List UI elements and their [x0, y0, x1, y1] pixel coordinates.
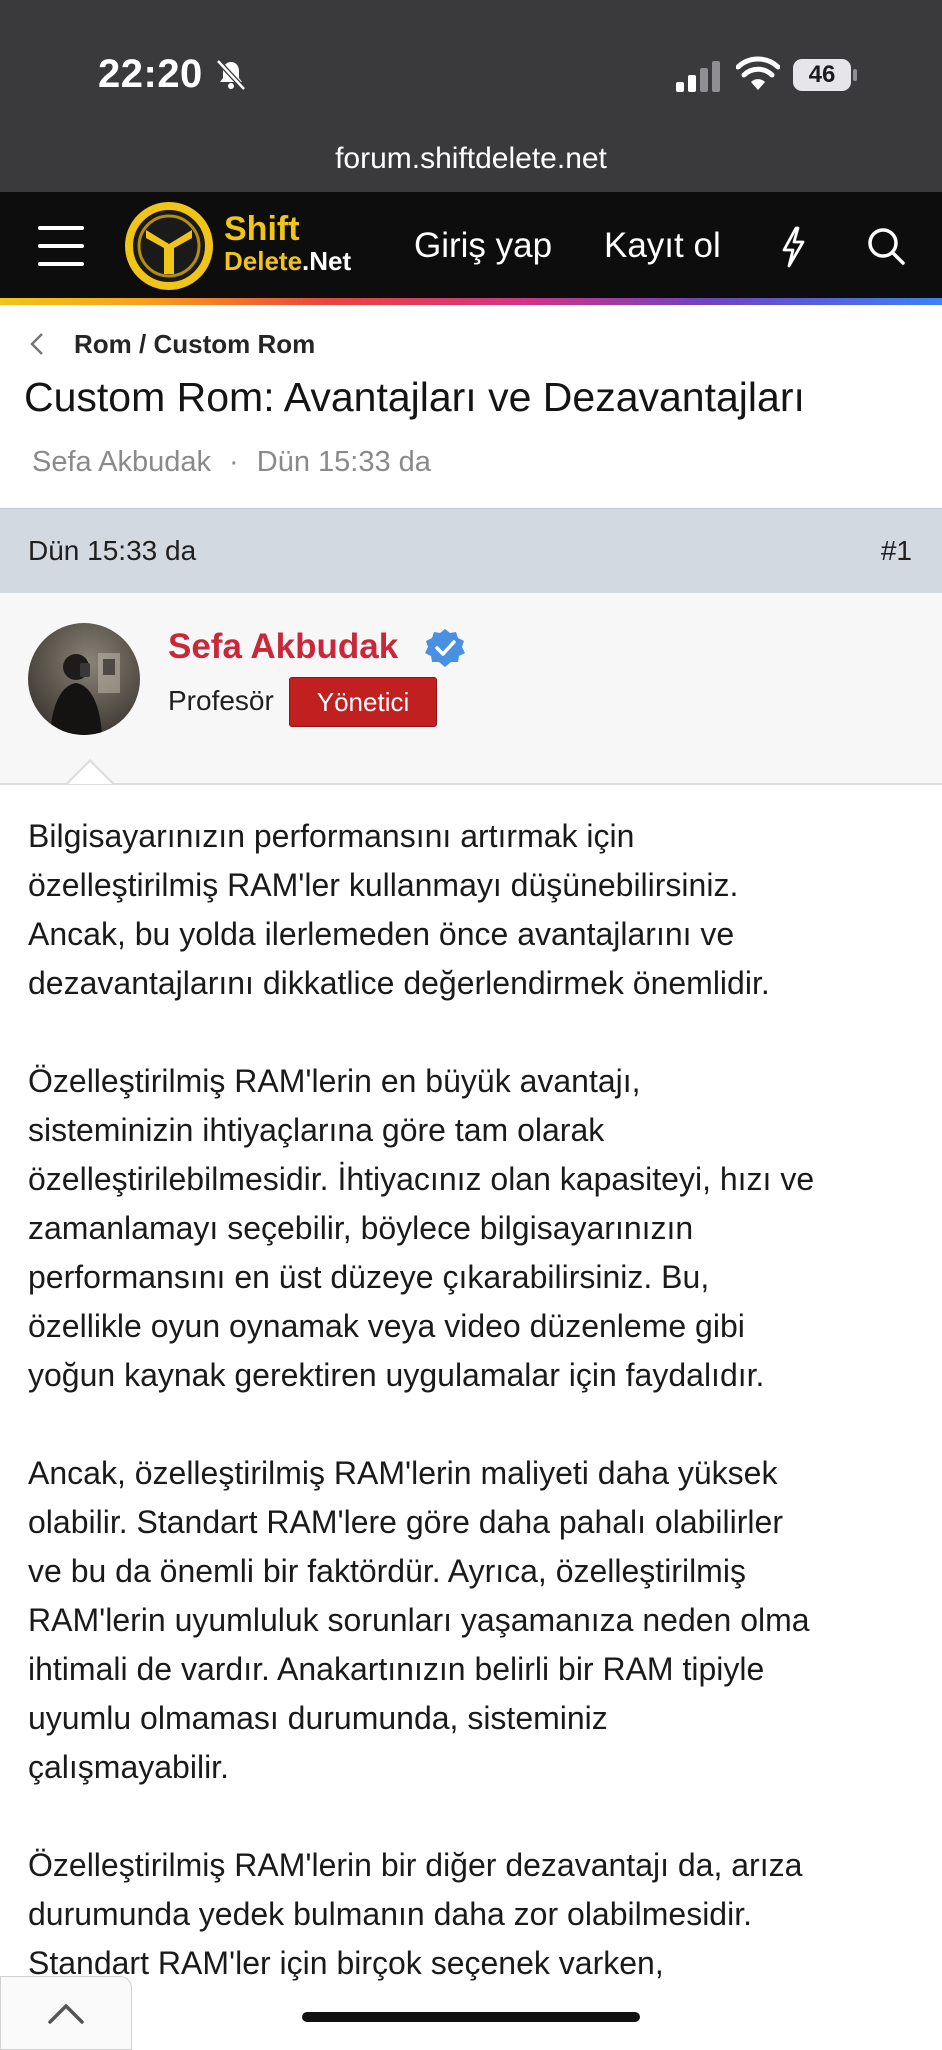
home-indicator[interactable]: [302, 2012, 640, 2022]
lightning-icon[interactable]: [778, 226, 808, 268]
bell-slash-icon: [216, 59, 246, 91]
status-time: 22:20: [98, 52, 203, 96]
meta-separator: ·: [229, 446, 239, 478]
breadcrumb[interactable]: Rom / Custom Rom: [28, 324, 315, 364]
logo-line2: Delete.Net: [224, 248, 351, 274]
logo-line2-a: Delete: [224, 246, 303, 276]
wifi-icon: [736, 56, 780, 90]
status-bar: 22:20 46 forum.shiftdelete.net: [0, 0, 942, 192]
register-link[interactable]: Kayıt ol: [604, 226, 721, 266]
chevron-left-icon[interactable]: [28, 332, 46, 356]
breadcrumb-label[interactable]: Rom / Custom Rom: [74, 329, 315, 360]
author-title: Profesör: [168, 685, 274, 716]
post-paragraph: Ancak, özelleştirilmiş RAM'lerin maliyet…: [28, 1455, 810, 1785]
thread-date[interactable]: Dün 15:33 da: [257, 446, 431, 478]
post-body: Bilgisayarınızın performansını artırmak …: [28, 812, 928, 2037]
post-date[interactable]: Dün 15:33 da: [28, 535, 196, 567]
chevron-up-icon[interactable]: [47, 2001, 85, 2025]
post-paragraph: Özelleştirilmiş RAM'lerin bir diğer deza…: [28, 1847, 803, 1981]
post-number[interactable]: #1: [881, 535, 912, 567]
battery-level: 46: [808, 61, 836, 88]
address-bar[interactable]: forum.shiftdelete.net: [0, 142, 942, 176]
header-accent-stripe: [0, 298, 942, 305]
page-title: Custom Rom: Avantajları ve Dezavantajlar…: [24, 374, 805, 420]
post-pointer: [68, 762, 112, 784]
login-link[interactable]: Giriş yap: [414, 226, 552, 266]
search-icon[interactable]: [866, 226, 906, 266]
author-role-badge: Yönetici: [289, 677, 437, 727]
scroll-to-top-button[interactable]: [0, 1976, 132, 2050]
menu-icon[interactable]: [38, 226, 84, 266]
thread-author[interactable]: Sefa Akbudak: [32, 446, 211, 478]
post-header: Dün 15:33 da #1: [0, 508, 942, 594]
post-author: Sefa Akbudak Profesör Yönetici: [0, 593, 942, 785]
logo-line1: Shift: [224, 210, 300, 248]
cell-signal-icon: [676, 61, 720, 92]
battery-icon: 46: [792, 58, 858, 92]
verified-badge-icon: [425, 629, 465, 667]
logo-text: Shift Delete.Net: [224, 212, 351, 274]
post-paragraph: Özelleştirilmiş RAM'lerin en büyük avant…: [28, 1063, 815, 1393]
avatar[interactable]: [28, 623, 140, 735]
author-name[interactable]: Sefa Akbudak: [168, 627, 398, 667]
thread-meta: Sefa Akbudak · Dün 15:33 da: [32, 446, 431, 479]
logo-line2-b: .Net: [302, 246, 352, 276]
post-paragraph: Bilgisayarınızın performansını artırmak …: [28, 818, 770, 1001]
